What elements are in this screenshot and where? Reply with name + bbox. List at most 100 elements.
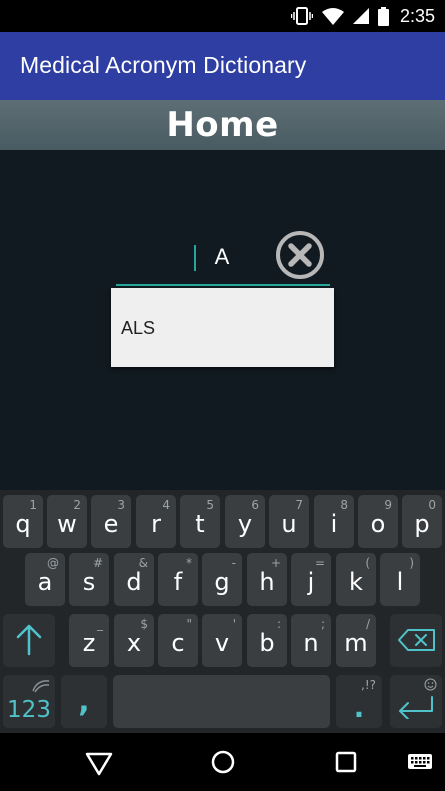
key-label: z bbox=[82, 629, 96, 657]
emoji-icon bbox=[424, 678, 437, 691]
key-hint: - bbox=[231, 556, 236, 570]
key-t[interactable]: 5t bbox=[180, 495, 220, 548]
suggestion-item[interactable]: ALS bbox=[121, 318, 155, 339]
key-label: y bbox=[237, 510, 253, 538]
key-m[interactable]: / m bbox=[336, 614, 376, 667]
key-hint: ) bbox=[409, 556, 414, 570]
key-j[interactable]: = j bbox=[291, 553, 331, 606]
key-b[interactable]: :b bbox=[247, 614, 287, 667]
key-a[interactable]: @ a bbox=[25, 553, 65, 606]
key-label: e bbox=[103, 510, 119, 538]
text-cursor bbox=[194, 245, 196, 271]
key-hint: : bbox=[276, 617, 281, 631]
key-hint: 3 bbox=[117, 498, 125, 512]
main-content: ALS bbox=[0, 150, 445, 490]
key-h[interactable]: + h bbox=[247, 553, 287, 606]
key-label: q bbox=[15, 510, 31, 538]
key-label: h bbox=[259, 568, 275, 596]
key-d[interactable]: & d bbox=[114, 553, 154, 606]
key-u[interactable]: 7u bbox=[269, 495, 309, 548]
key-w[interactable]: 2w bbox=[47, 495, 87, 548]
key-f[interactable]: * f bbox=[158, 553, 198, 606]
key-label: n bbox=[303, 629, 319, 657]
key-hint: 4 bbox=[162, 498, 170, 512]
spacebar[interactable] bbox=[113, 675, 330, 728]
key-x[interactable]: $ x bbox=[114, 614, 154, 667]
status-icons: 2:35 bbox=[290, 5, 435, 26]
key-hint: ' bbox=[232, 617, 236, 631]
backspace-icon bbox=[398, 629, 435, 651]
key-label: p bbox=[414, 510, 430, 538]
enter-key[interactable] bbox=[390, 675, 442, 728]
comma-key-label: , bbox=[78, 684, 90, 719]
back-icon[interactable] bbox=[84, 747, 114, 777]
key-label: d bbox=[126, 568, 142, 596]
key-label: x bbox=[126, 629, 142, 657]
key-l[interactable]: ) l bbox=[380, 553, 420, 606]
key-label: j bbox=[307, 568, 315, 596]
app-bar: Medical Acronym Dictionary bbox=[0, 32, 445, 100]
app-title: Medical Acronym Dictionary bbox=[20, 52, 307, 78]
key-s[interactable]: # s bbox=[69, 553, 109, 606]
key-n[interactable]: ; n bbox=[291, 614, 331, 667]
wifi-icon bbox=[321, 7, 344, 25]
key-y[interactable]: 6y bbox=[225, 495, 265, 548]
key-label: a bbox=[37, 568, 53, 596]
search-underline bbox=[116, 284, 330, 286]
home-icon[interactable] bbox=[208, 747, 238, 777]
key-k[interactable]: (k bbox=[336, 553, 376, 606]
key-v[interactable]: ' v bbox=[202, 614, 242, 667]
status-time: 2:35 bbox=[399, 5, 435, 26]
page-header: Home bbox=[0, 100, 445, 150]
key-label: b bbox=[259, 629, 275, 657]
period-key[interactable]: ,!? . bbox=[336, 675, 382, 728]
key-hint: _ bbox=[97, 617, 103, 631]
key-c[interactable]: " c bbox=[158, 614, 198, 667]
key-g[interactable]: -g bbox=[202, 553, 242, 606]
key-hint: 8 bbox=[340, 498, 348, 512]
key-label: o bbox=[370, 510, 386, 538]
soft-keyboard: 1q 2w 3e 4r 5t 6y 7u 8i 9o 0p @ a # s & d *… bbox=[0, 490, 445, 733]
key-label: w bbox=[57, 510, 77, 538]
close-circle-icon[interactable] bbox=[275, 230, 325, 280]
key-label: i bbox=[330, 510, 338, 538]
page-title: Home bbox=[166, 105, 279, 145]
key-p[interactable]: 0p bbox=[402, 495, 442, 548]
recents-icon[interactable] bbox=[331, 747, 361, 777]
key-label: c bbox=[171, 629, 185, 657]
shift-icon bbox=[16, 624, 42, 656]
numbers-key-label: 123 bbox=[7, 697, 51, 723]
key-hint: 9 bbox=[384, 498, 392, 512]
key-label: f bbox=[173, 568, 183, 596]
swiftkey-icon bbox=[32, 680, 50, 693]
key-hint: 5 bbox=[206, 498, 214, 512]
navigation-bar bbox=[0, 733, 445, 791]
key-i[interactable]: 8i bbox=[314, 495, 354, 548]
enter-icon bbox=[399, 696, 433, 719]
key-label: k bbox=[349, 568, 363, 596]
key-label: s bbox=[82, 568, 96, 596]
key-hint: $ bbox=[140, 617, 148, 631]
key-o[interactable]: 9o bbox=[358, 495, 398, 548]
comma-key[interactable]: , bbox=[61, 675, 107, 728]
key-hint: ,!? bbox=[361, 678, 376, 692]
keyboard-switch-icon[interactable] bbox=[405, 747, 435, 777]
key-label: m bbox=[344, 629, 368, 657]
shift-key[interactable] bbox=[3, 614, 55, 667]
key-label: v bbox=[214, 629, 230, 657]
key-z[interactable]: _ z bbox=[69, 614, 109, 667]
numbers-key[interactable]: 123 bbox=[3, 675, 55, 728]
key-e[interactable]: 3e bbox=[91, 495, 131, 548]
vibrate-icon bbox=[290, 7, 313, 25]
period-key-label: . bbox=[353, 691, 365, 724]
status-bar: 2:35 bbox=[0, 0, 445, 32]
key-label: t bbox=[195, 510, 205, 538]
key-label: l bbox=[396, 568, 404, 596]
key-r[interactable]: 4r bbox=[136, 495, 176, 548]
backspace-key[interactable] bbox=[390, 614, 442, 667]
autocomplete-dropdown: ALS bbox=[111, 288, 334, 367]
key-hint: 6 bbox=[251, 498, 259, 512]
key-label: u bbox=[281, 510, 297, 538]
key-hint: = bbox=[314, 556, 325, 570]
key-q[interactable]: 1q bbox=[3, 495, 43, 548]
